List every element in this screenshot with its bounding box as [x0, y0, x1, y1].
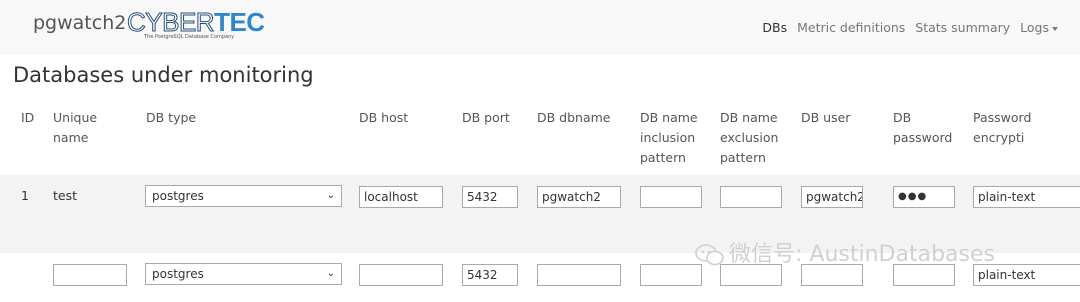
watermark: 微信号: AustinDatabases: [695, 236, 995, 268]
nav-dbs[interactable]: DBs: [762, 20, 787, 35]
row-id: 1: [21, 188, 29, 203]
watermark-text: 微信号: AustinDatabases: [729, 242, 995, 267]
col-header-db-type: DB type: [146, 110, 197, 125]
col-header-inclusion-pattern: DB name inclusion pattern: [640, 110, 698, 165]
db-type-select[interactable]: postgres ⌄: [145, 185, 342, 207]
new-db-host-input[interactable]: [359, 264, 443, 286]
logo-cyber-text: CYBER: [126, 7, 215, 37]
db-password-input[interactable]: ●●●: [893, 186, 955, 208]
logo-tagline: The PostgreSQL Database Company: [144, 34, 235, 40]
chevron-down-icon: ⌄: [326, 190, 335, 201]
new-db-type-value: postgres: [152, 267, 204, 281]
nav-logs[interactable]: Logs: [1020, 20, 1058, 35]
col-header-unique-name: Unique name: [53, 110, 98, 145]
exclusion-pattern-input[interactable]: [720, 186, 782, 208]
caret-down-icon: [1052, 26, 1058, 31]
new-db-dbname-input[interactable]: [537, 264, 621, 286]
password-encryption-select[interactable]: plain-text: [973, 186, 1080, 208]
row-unique-name: test: [53, 188, 78, 203]
chevron-down-icon: ⌄: [326, 268, 335, 279]
db-type-value: postgres: [152, 189, 204, 203]
wechat-icon: [695, 244, 724, 266]
col-header-db-port: DB port: [462, 110, 510, 125]
nav-links: DBs Metric definitions Stats summary Log…: [762, 20, 1058, 35]
new-unique-name-input[interactable]: [53, 264, 127, 286]
db-port-input[interactable]: 5432: [462, 186, 518, 208]
brand-name[interactable]: pgwatch2: [33, 12, 126, 34]
page-title: Databases under monitoring: [13, 63, 314, 87]
new-db-port-input[interactable]: 5432: [462, 264, 518, 286]
navbar: pgwatch2 CYBERTEC The PostgreSQL Databas…: [0, 0, 1080, 55]
nav-stats-summary[interactable]: Stats summary: [915, 20, 1010, 35]
cybertec-logo: CYBERTEC The PostgreSQL Database Company: [126, 7, 265, 45]
col-header-id: ID: [21, 110, 35, 125]
col-header-db-dbname: DB dbname: [537, 110, 611, 125]
new-db-type-select[interactable]: postgres ⌄: [145, 263, 342, 285]
col-header-password-encryption: Password encrypti: [973, 110, 1032, 145]
col-header-exclusion-pattern: DB name exclusion pattern: [720, 110, 779, 165]
nav-metric-definitions[interactable]: Metric definitions: [797, 20, 905, 35]
db-host-input[interactable]: localhost: [359, 186, 443, 208]
db-dbname-input[interactable]: pgwatch2: [537, 186, 621, 208]
col-header-db-host: DB host: [359, 110, 409, 125]
inclusion-pattern-input[interactable]: [640, 186, 702, 208]
new-inclusion-pattern-input[interactable]: [640, 264, 702, 286]
db-user-input[interactable]: pgwatch2: [801, 186, 863, 208]
col-header-db-user: DB user: [801, 110, 851, 125]
col-header-db-password: DB password: [893, 110, 953, 145]
nav-logs-label: Logs: [1020, 20, 1049, 35]
logo-tec-text: TEC: [214, 7, 265, 37]
